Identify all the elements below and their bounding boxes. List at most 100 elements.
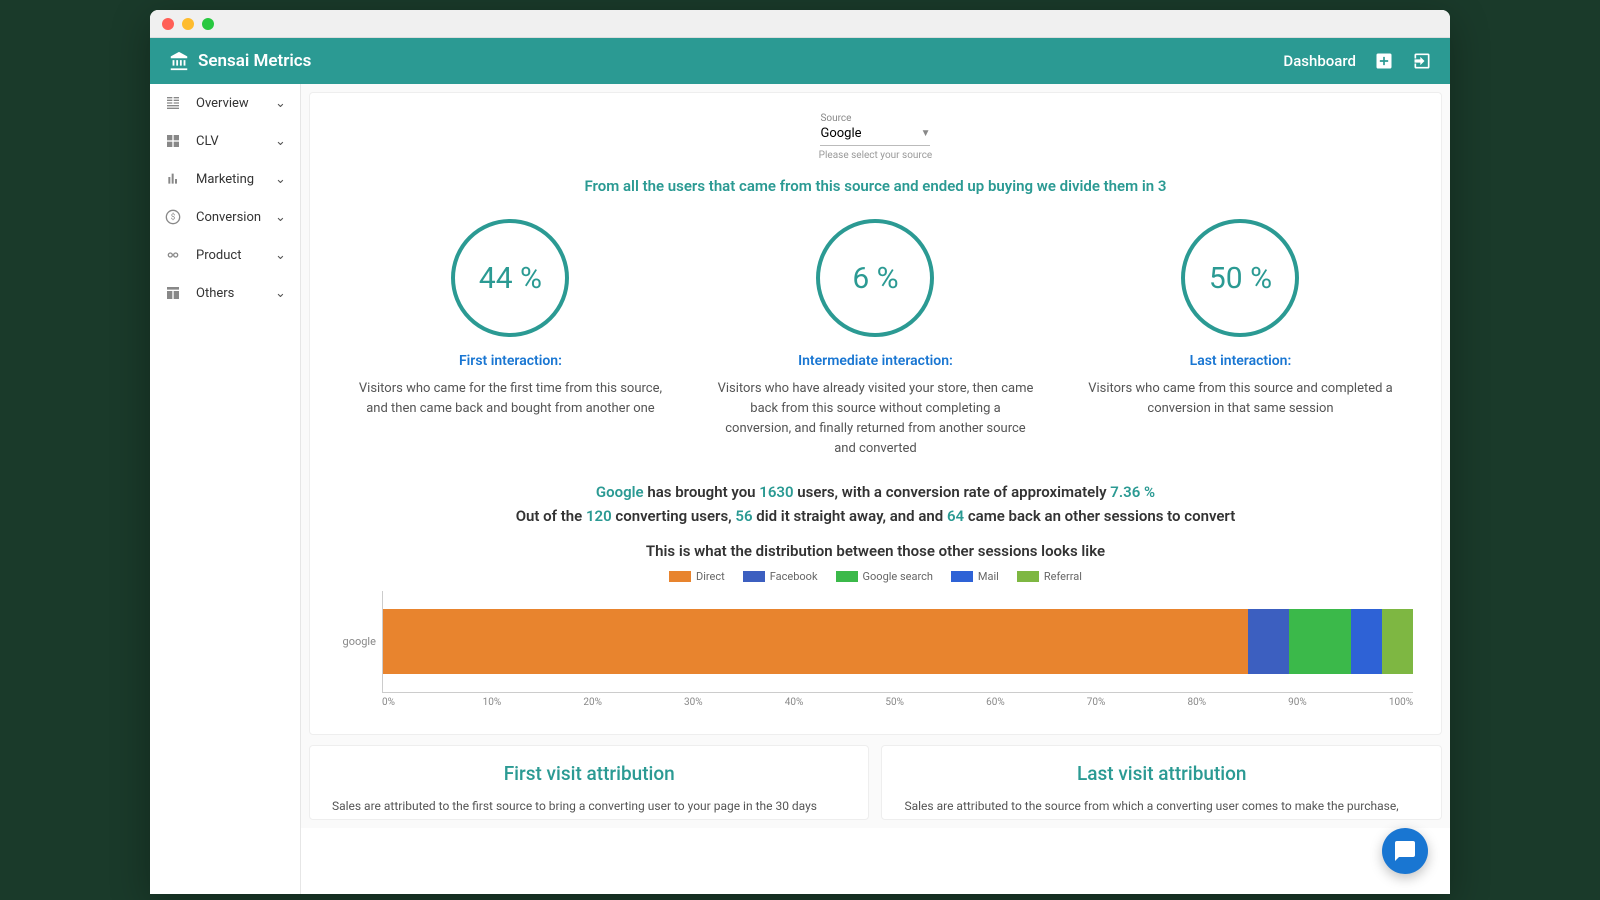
- legend-item[interactable]: Facebook: [743, 570, 818, 583]
- legend-item[interactable]: Direct: [669, 570, 725, 583]
- last-visit-card: Last visit attribution Sales are attribu…: [881, 745, 1442, 820]
- summary-converting: 120: [586, 507, 612, 525]
- interaction-circles: 44 % First interaction: Visitors who cam…: [338, 219, 1413, 460]
- chevron-down-icon: ⌄: [275, 210, 286, 225]
- legend-item[interactable]: Mail: [951, 570, 999, 583]
- svg-text:$: $: [171, 213, 176, 222]
- window-min-dot[interactable]: [182, 18, 194, 30]
- x-tick: 50%: [885, 697, 986, 708]
- x-tick: 30%: [684, 697, 785, 708]
- brand-icon: [168, 50, 190, 72]
- sidebar-item-conversion[interactable]: $ Conversion ⌄: [150, 198, 300, 236]
- first-visit-body: Sales are attributed to the first source…: [332, 797, 847, 815]
- sidebar-item-label: Others: [196, 286, 234, 301]
- x-tick: 40%: [785, 697, 886, 708]
- sidebar-item-label: CLV: [196, 134, 219, 149]
- summary-rate: 7.36 %: [1110, 483, 1155, 501]
- nav-dashboard[interactable]: Dashboard: [1283, 52, 1356, 70]
- first-interaction-pct: 44 %: [479, 261, 542, 296]
- last-interaction-circle: 50 %: [1181, 219, 1299, 337]
- main-content: Source Google ▼ Please select your sourc…: [301, 84, 1450, 828]
- sidebar: Overview ⌄ CLV ⌄ Marketing ⌄ $ Conversio…: [150, 84, 301, 894]
- intermediate-interaction-col: 6 % Intermediate interaction: Visitors w…: [703, 219, 1048, 460]
- last-visit-title: Last visit attribution: [904, 762, 1419, 785]
- sidebar-item-overview[interactable]: Overview ⌄: [150, 84, 300, 122]
- lead-text: From all the users that came from this s…: [338, 177, 1413, 195]
- chat-icon: [1393, 839, 1417, 863]
- x-tick: 60%: [986, 697, 1087, 708]
- bar-segment-facebook: [1248, 609, 1289, 674]
- add-widget-icon[interactable]: [1374, 51, 1394, 71]
- last-interaction-title: Last interaction:: [1082, 353, 1399, 369]
- chevron-down-icon: ⌄: [275, 248, 286, 263]
- legend-item[interactable]: Google search: [836, 570, 933, 583]
- intermediate-interaction-circle: 6 %: [816, 219, 934, 337]
- sidebar-item-others[interactable]: Others ⌄: [150, 274, 300, 312]
- window-max-dot[interactable]: [202, 18, 214, 30]
- intermediate-interaction-title: Intermediate interaction:: [717, 353, 1034, 369]
- stacked-bar-chart: google: [338, 591, 1413, 693]
- table-icon: [164, 284, 182, 302]
- window-titlebar: [150, 10, 1450, 38]
- dashboard-icon: [164, 94, 182, 112]
- source-select[interactable]: Google ▼: [820, 124, 930, 146]
- dollar-icon: $: [164, 208, 182, 226]
- chart-y-label: google: [338, 635, 382, 648]
- window-close-dot[interactable]: [162, 18, 174, 30]
- sidebar-item-label: Product: [196, 248, 241, 263]
- chevron-down-icon: ⌄: [275, 286, 286, 301]
- chevron-down-icon: ⌄: [275, 134, 286, 149]
- summary-text: Google has brought you 1630 users, with …: [338, 480, 1413, 528]
- last-interaction-desc: Visitors who came from this source and c…: [1082, 379, 1399, 419]
- bar-segment-google-search: [1289, 609, 1351, 674]
- attribution-card: Source Google ▼ Please select your sourc…: [309, 92, 1442, 735]
- link-icon: [164, 246, 182, 264]
- source-value: Google: [820, 126, 861, 141]
- intermediate-interaction-pct: 6 %: [852, 261, 898, 296]
- x-tick: 80%: [1187, 697, 1288, 708]
- sidebar-item-clv[interactable]: CLV ⌄: [150, 122, 300, 160]
- x-tick: 90%: [1288, 697, 1389, 708]
- source-hint: Please select your source: [775, 150, 975, 161]
- brand[interactable]: Sensai Metrics: [168, 50, 311, 72]
- first-visit-title: First visit attribution: [332, 762, 847, 785]
- sidebar-item-label: Overview: [196, 96, 249, 111]
- chevron-down-icon: ⌄: [275, 172, 286, 187]
- x-tick: 70%: [1087, 697, 1188, 708]
- x-tick: 100%: [1389, 697, 1413, 708]
- first-interaction-desc: Visitors who came for the first time fro…: [352, 379, 669, 419]
- chevron-down-icon: ⌄: [275, 96, 286, 111]
- first-interaction-col: 44 % First interaction: Visitors who cam…: [338, 219, 683, 460]
- sidebar-item-product[interactable]: Product ⌄: [150, 236, 300, 274]
- distribution-title: This is what the distribution between th…: [338, 542, 1413, 560]
- sidebar-item-label: Marketing: [196, 172, 254, 187]
- dropdown-arrow-icon: ▼: [921, 128, 931, 139]
- x-tick: 0%: [382, 697, 483, 708]
- chart-icon: [164, 170, 182, 188]
- chart-x-axis: 0%10%20%30%40%50%60%70%80%90%100%: [382, 697, 1413, 708]
- chat-fab[interactable]: [1382, 828, 1428, 874]
- summary-straight: 56: [735, 507, 752, 525]
- summary-source: Google: [596, 483, 644, 501]
- summary-returned: 64: [947, 507, 964, 525]
- last-interaction-pct: 50 %: [1209, 261, 1272, 296]
- intermediate-interaction-desc: Visitors who have already visited your s…: [717, 379, 1034, 460]
- first-interaction-circle: 44 %: [451, 219, 569, 337]
- x-tick: 10%: [483, 697, 584, 708]
- bar-segment-mail: [1351, 609, 1382, 674]
- bar-segment-direct: [383, 609, 1248, 674]
- first-visit-card: First visit attribution Sales are attrib…: [309, 745, 870, 820]
- grid-icon: [164, 132, 182, 150]
- x-tick: 20%: [583, 697, 684, 708]
- legend-item[interactable]: Referral: [1017, 570, 1082, 583]
- bar-segment-referral: [1382, 609, 1413, 674]
- logout-icon[interactable]: [1412, 51, 1432, 71]
- chart-legend: Direct Facebook Google search Mail Referral: [338, 570, 1413, 583]
- last-visit-body: Sales are attributed to the source from …: [904, 797, 1419, 815]
- sidebar-item-marketing[interactable]: Marketing ⌄: [150, 160, 300, 198]
- sidebar-item-label: Conversion: [196, 210, 261, 225]
- first-interaction-title: First interaction:: [352, 353, 669, 369]
- source-label: Source: [820, 113, 930, 124]
- brand-text: Sensai Metrics: [198, 51, 311, 71]
- topbar: Sensai Metrics Dashboard: [150, 38, 1450, 84]
